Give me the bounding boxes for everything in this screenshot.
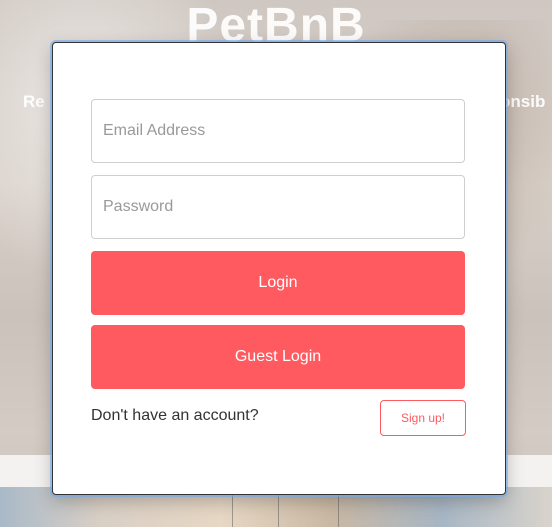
login-button[interactable]: Login — [91, 251, 465, 315]
no-account-text: Don't have an account? — [91, 407, 259, 424]
login-modal: Login Guest Login Don't have an account?… — [52, 42, 506, 495]
email-field[interactable] — [91, 99, 465, 163]
hero-tagline-right: onsib — [500, 92, 546, 111]
hero-tagline-left: Re — [23, 92, 45, 111]
guest-login-button[interactable]: Guest Login — [91, 325, 465, 389]
signup-button[interactable]: Sign up! — [380, 400, 466, 436]
password-field[interactable] — [91, 175, 465, 239]
page-background: PetBnB Re onsib Login Guest Login Don't … — [0, 0, 552, 527]
